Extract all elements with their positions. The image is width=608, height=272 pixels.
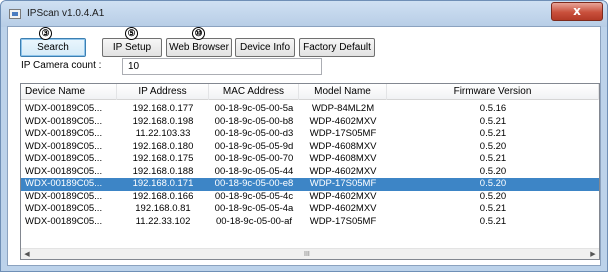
firmware-version-cell: 0.5.21 (479, 128, 507, 139)
model-name-cell: WDP-4608MXV (309, 153, 377, 164)
column-header-ip-address[interactable]: IP Address (117, 84, 209, 100)
mac-address-cell: 00-18-9c-05-05-4a (214, 203, 294, 214)
firmware-version-cell: 0.5.21 (479, 203, 507, 214)
model-name-cell: WDP-4602MXV (309, 190, 377, 202)
model-name-cell: WDP-84ML2M (311, 103, 375, 114)
firmware-version-cell: 0.5.21 (479, 153, 507, 164)
column-header-firmware-version[interactable]: Firmware Version (387, 84, 599, 100)
web-browser-button[interactable]: Web Browser (166, 38, 232, 57)
device-name-cell: WDX-00189C05... (25, 153, 103, 164)
firmware-version-cell: 0.5.20 (479, 178, 507, 189)
device-name-cell: WDX-00189C05... (25, 128, 103, 139)
device-name-cell: WDX-00189C05... (25, 103, 103, 114)
model-name-cell: WDP-4602MXV (309, 203, 377, 214)
table-row[interactable]: WDX-00189C05... 192.168.0.177 00-18-9c-05-… (21, 103, 599, 116)
window-title: IPScan v1.0.4.A1 (27, 8, 105, 19)
table-row[interactable]: WDX-00189C05... 11.22.103.33 00-18-9c-05-0… (21, 128, 599, 141)
firmware-version-cell: 0.5.16 (479, 103, 507, 114)
callout-10: ⑩ (192, 27, 205, 40)
ip-address-cell: 192.168.0.81 (135, 203, 191, 214)
model-name-cell: WDP-17S05MF (309, 178, 377, 189)
callout-3: ③ (39, 27, 52, 40)
column-header-model-name[interactable]: Model Name (299, 84, 387, 100)
camera-count-label: IP Camera count : (21, 60, 102, 71)
device-name-cell: WDX-00189C05... (25, 215, 103, 227)
firmware-version-cell: 0.5.20 (479, 165, 507, 177)
firmware-version-cell: 0.5.21 (479, 215, 507, 227)
horizontal-scrollbar[interactable]: ◀ III ▶ (21, 248, 599, 259)
ip-address-cell: 192.168.0.177 (132, 103, 194, 114)
device-name-cell: WDX-00189C05... (25, 140, 103, 152)
firmware-version-cell: 0.5.20 (479, 190, 507, 202)
ip-address-cell: 11.22.33.102 (135, 215, 191, 227)
device-name-cell: WDX-00189C05... (25, 190, 103, 202)
ip-address-cell: 192.168.0.175 (132, 153, 194, 164)
ip-address-cell: 192.168.0.188 (132, 165, 194, 177)
firmware-version-cell: 0.5.21 (479, 115, 507, 127)
table-row[interactable]: WDX-00189C05... 192.168.0.171 00-18-9c-05-… (21, 178, 599, 191)
scroll-grip-icon[interactable]: III (304, 249, 310, 259)
device-name-cell: WDX-00189C05... (25, 165, 103, 177)
mac-address-cell: 00-18-9c-05-00-70 (214, 153, 294, 164)
firmware-version-cell: 0.5.20 (479, 140, 507, 152)
factory-default-button[interactable]: Factory Default (299, 38, 375, 57)
column-header-mac-address[interactable]: MAC Address (209, 84, 299, 100)
main-panel: Search IP Setup Web Browser Device Info … (7, 26, 601, 266)
search-button[interactable]: Search (20, 38, 86, 57)
ip-address-cell: 11.22.103.33 (135, 128, 191, 139)
mac-address-cell: 00-18-9c-05-00-e8 (214, 178, 294, 189)
scroll-left-icon[interactable]: ◀ (22, 249, 32, 259)
mac-address-cell: 00-18-9c-05-00-5a (214, 103, 294, 114)
model-name-cell: WDP-17S05MF (309, 215, 377, 227)
table-row[interactable]: WDX-00189C05... 11.22.33.102 00-18-9c-05-0… (21, 216, 599, 229)
table-row[interactable]: WDX-00189C05... 192.168.0.180 00-18-9c-05-… (21, 141, 599, 154)
mac-address-cell: 00-18-9c-05-00-af (215, 215, 293, 227)
table-row[interactable]: WDX-00189C05... 192.168.0.81 00-18-9c-05-0… (21, 203, 599, 216)
app-window: IPScan v1.0.4.A1 x Search IP Setup Web B… (0, 0, 608, 272)
device-info-button[interactable]: Device Info (235, 38, 295, 57)
mac-address-cell: 00-18-9c-05-05-9d (214, 140, 294, 152)
device-name-cell: WDX-00189C05... (25, 115, 103, 127)
scroll-right-icon[interactable]: ▶ (588, 249, 598, 259)
title-bar[interactable]: IPScan v1.0.4.A1 x (1, 1, 607, 27)
table-row[interactable]: WDX-00189C05... 192.168.0.198 00-18-9c-05-… (21, 116, 599, 129)
mac-address-cell: 00-18-9c-05-00-d3 (214, 128, 294, 139)
mac-address-cell: 00-18-9c-05-05-44 (214, 165, 294, 177)
mac-address-cell: 00-18-9c-05-00-b8 (214, 115, 294, 127)
ip-address-cell: 192.168.0.171 (132, 178, 194, 189)
model-name-cell: WDP-4608MXV (309, 140, 377, 152)
model-name-cell: WDP-17S05MF (309, 128, 377, 139)
camera-count-field: 10 (122, 58, 322, 75)
callout-5: ⑤ (125, 27, 138, 40)
model-name-cell: WDP-4602MXV (309, 115, 377, 127)
device-list[interactable]: Device Name IP Address MAC Address Model… (20, 83, 600, 260)
ip-address-cell: 192.168.0.198 (132, 115, 194, 127)
column-header-device-name[interactable]: Device Name (21, 84, 117, 100)
mac-address-cell: 00-18-9c-05-05-4c (214, 190, 294, 202)
ip-setup-button[interactable]: IP Setup (102, 38, 162, 57)
list-header: Device Name IP Address MAC Address Model… (21, 84, 599, 100)
model-name-cell: WDP-4602MXV (309, 165, 377, 177)
list-rows: WDX-00189C05... 192.168.0.177 00-18-9c-05-… (21, 103, 599, 228)
device-name-cell: WDX-00189C05... (25, 178, 103, 189)
table-row[interactable]: WDX-00189C05... 192.168.0.175 00-18-9c-05-… (21, 153, 599, 166)
close-button[interactable]: x (551, 2, 603, 21)
table-row[interactable]: WDX-00189C05... 192.168.0.188 00-18-9c-05-… (21, 166, 599, 179)
table-row[interactable]: WDX-00189C05... 192.168.0.166 00-18-9c-05-… (21, 191, 599, 204)
ip-address-cell: 192.168.0.166 (132, 190, 194, 202)
device-name-cell: WDX-00189C05... (25, 203, 103, 214)
ip-address-cell: 192.168.0.180 (132, 140, 194, 152)
app-icon (9, 9, 21, 19)
